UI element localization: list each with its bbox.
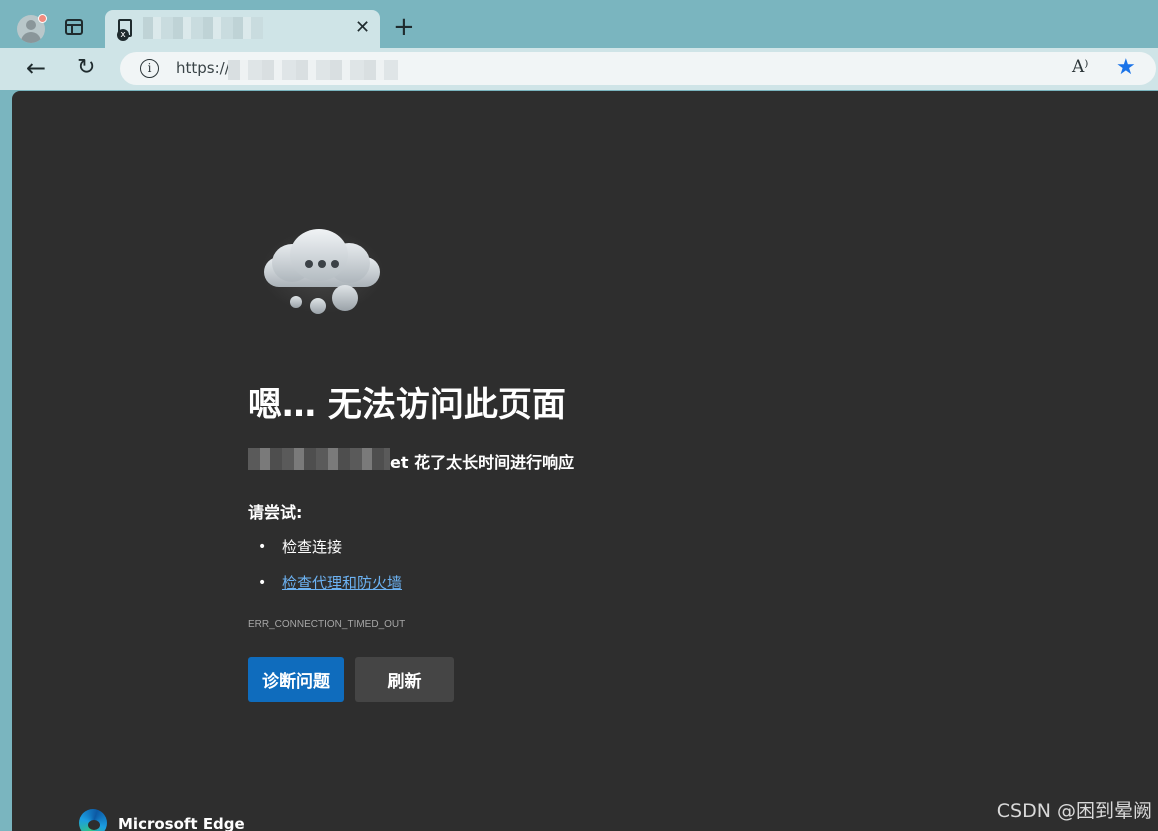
cloud-error-icon	[260, 229, 385, 319]
tab-strip: x ▪▪▪▪▪▪▪▪▪ ✕ +	[0, 0, 1158, 48]
favorite-star-icon[interactable]: ★	[1116, 55, 1136, 80]
check-proxy-firewall-link[interactable]: 检查代理和防火墙	[282, 574, 402, 592]
cloud-puff-top	[290, 229, 348, 281]
browser-toolbar: ← ↻ i https:// ▪▪▪▪▪▪▪▪▪/ A⁾ ★	[0, 48, 1158, 90]
suggestion-text: 检查连接	[282, 538, 343, 556]
error-message: et 花了太长时间进行响应	[390, 453, 575, 472]
host-redacted: ▪▪▪▪▪▪▪▪▪	[248, 448, 390, 470]
tab-title: ▪▪▪▪▪▪▪▪▪	[143, 17, 263, 39]
diagnose-button[interactable]: 诊断问题	[248, 657, 344, 702]
edge-logo-icon	[79, 809, 107, 831]
cloud-drop	[332, 285, 358, 311]
refresh-button[interactable]: 刷新	[355, 657, 454, 702]
suggestion-list: 检查连接 检查代理和防火墙	[248, 535, 402, 607]
suggestion-check-proxy: 检查代理和防火墙	[248, 571, 402, 607]
avatar-body	[21, 32, 41, 43]
new-tab-button[interactable]: +	[393, 14, 415, 40]
error-title: 嗯… 无法访问此页面	[248, 385, 566, 425]
cloud-drop	[310, 298, 326, 314]
avatar-head	[26, 20, 36, 30]
cloud-dot	[318, 260, 326, 268]
active-tab[interactable]: x ▪▪▪▪▪▪▪▪▪ ✕	[105, 10, 380, 48]
error-badge-icon: x	[117, 29, 129, 41]
url-redacted: ▪▪▪▪▪▪▪▪▪/	[228, 60, 398, 80]
cloud-dot	[331, 260, 339, 268]
url-prefix: https://	[176, 59, 230, 77]
watermark: CSDN @困到晕阙	[996, 800, 1152, 822]
back-button[interactable]: ←	[26, 54, 46, 82]
profile-notification-dot	[38, 14, 47, 23]
cloud-drop	[290, 296, 302, 308]
tab-actions-icon[interactable]	[65, 19, 83, 35]
read-aloud-icon[interactable]: A⁾	[1072, 57, 1088, 77]
error-code: ERR_CONNECTION_TIMED_OUT	[248, 619, 406, 630]
error-page: 嗯… 无法访问此页面 ▪▪▪▪▪▪▪▪▪ et 花了太长时间进行响应 请尝试: …	[12, 91, 1158, 831]
suggestion-check-connection: 检查连接	[248, 535, 402, 571]
site-info-icon[interactable]: i	[140, 59, 159, 78]
tab-close-button[interactable]: ✕	[355, 18, 370, 38]
reload-button[interactable]: ↻	[77, 54, 95, 82]
address-bar[interactable]: i https:// ▪▪▪▪▪▪▪▪▪/ A⁾ ★	[120, 52, 1156, 85]
try-heading: 请尝试:	[248, 503, 303, 522]
edge-brand-label: Microsoft Edge	[118, 815, 245, 831]
cloud-dot	[305, 260, 313, 268]
